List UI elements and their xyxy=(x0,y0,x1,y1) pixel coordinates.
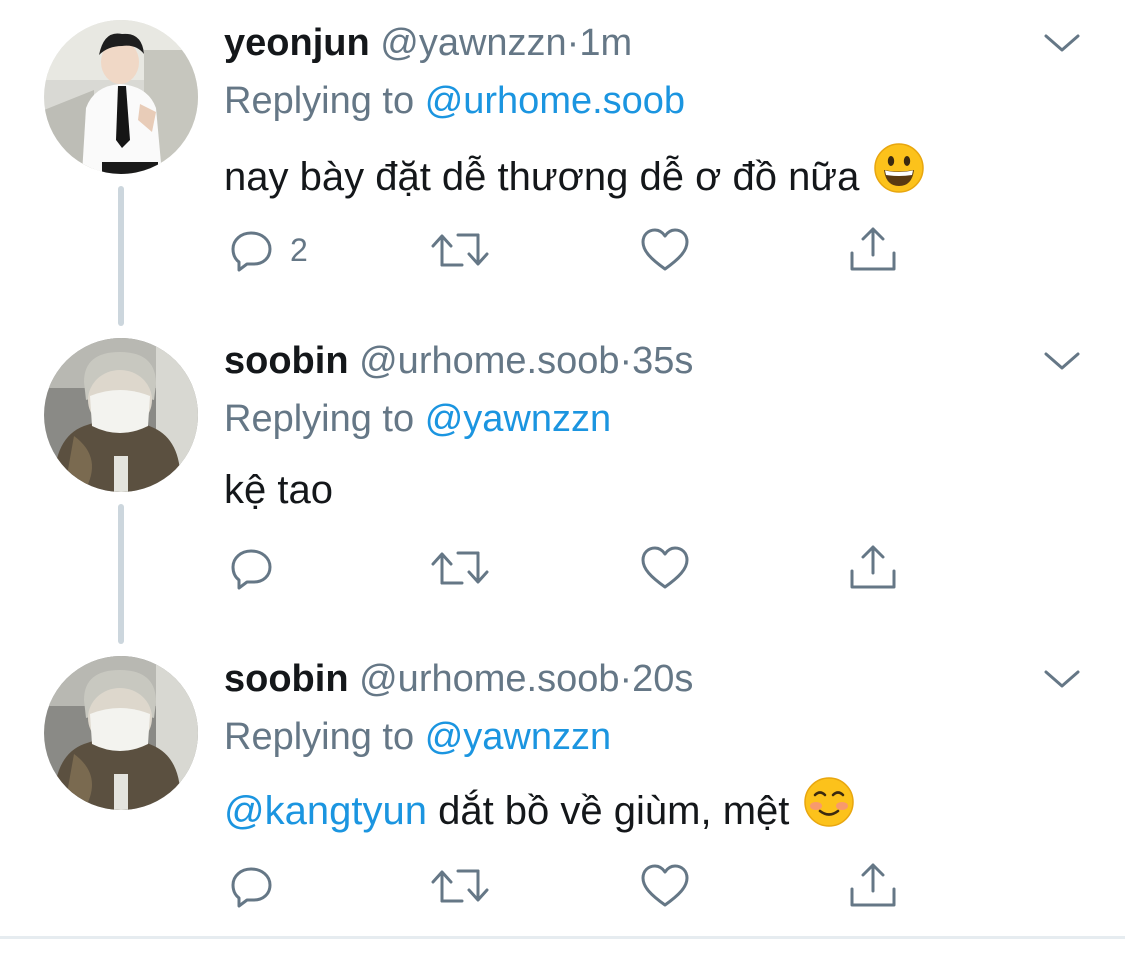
share-icon xyxy=(850,863,896,907)
retweet-button[interactable] xyxy=(430,222,490,278)
replying-to-label: Replying to xyxy=(224,80,415,122)
tweet-header: soobin @urhome.soob·35s xyxy=(224,336,693,386)
tweet-actions xyxy=(224,540,924,596)
replying-to: Replying to @yawnzzn xyxy=(224,712,611,762)
tweet-text: @kangtyun dắt bồ về giùm, mệt xyxy=(224,777,855,836)
inline-mention[interactable]: @kangtyun xyxy=(224,789,427,833)
replying-to-mention[interactable]: @urhome.soob xyxy=(425,80,685,122)
reply-button[interactable] xyxy=(230,858,290,914)
tweet-actions xyxy=(224,858,924,914)
grinning-face-icon xyxy=(873,142,925,209)
like-button[interactable] xyxy=(640,222,690,278)
tweet[interactable]: soobin @urhome.soob·35s Replying to @yaw… xyxy=(0,318,1125,636)
tweet[interactable]: soobin @urhome.soob·20s Replying to @yaw… xyxy=(0,636,1125,954)
heart-icon xyxy=(641,546,689,589)
retweet-button[interactable] xyxy=(430,540,490,596)
retweet-icon xyxy=(431,551,489,585)
reply-icon xyxy=(231,231,272,272)
user-handle[interactable]: @urhome.soob xyxy=(359,340,619,382)
heart-icon xyxy=(641,864,689,907)
share-button[interactable] xyxy=(848,858,898,914)
chevron-down-icon[interactable] xyxy=(1042,348,1082,374)
replying-to-mention[interactable]: @yawnzzn xyxy=(425,398,611,440)
like-button[interactable] xyxy=(640,858,690,914)
like-button[interactable] xyxy=(640,540,690,596)
reply-button[interactable] xyxy=(230,540,290,596)
tweet-header: soobin @urhome.soob·20s xyxy=(224,654,693,704)
replying-to-label: Replying to xyxy=(224,398,415,440)
reply-icon xyxy=(231,867,272,908)
user-handle[interactable]: @yawnzzn xyxy=(380,22,566,64)
display-name[interactable]: yeonjun xyxy=(224,22,370,64)
smiling-face-icon xyxy=(803,776,855,843)
avatar[interactable] xyxy=(44,338,198,492)
replying-to-label: Replying to xyxy=(224,716,415,758)
display-name[interactable]: soobin xyxy=(224,658,349,700)
share-button[interactable] xyxy=(848,222,898,278)
avatar[interactable] xyxy=(44,20,198,174)
chevron-down-icon[interactable] xyxy=(1042,30,1082,56)
timestamp[interactable]: 20s xyxy=(632,658,693,700)
share-button[interactable] xyxy=(848,540,898,596)
retweet-button[interactable] xyxy=(430,858,490,914)
replying-to: Replying to @yawnzzn xyxy=(224,394,611,444)
tweet-body: dắt bồ về giùm, mệt xyxy=(438,789,790,834)
replying-to: Replying to @urhome.soob xyxy=(224,76,685,126)
tweet-body: nay bày đặt dễ thương dễ ơ đồ nữa xyxy=(224,155,860,200)
heart-icon xyxy=(641,228,689,271)
share-icon xyxy=(850,227,896,271)
retweet-icon xyxy=(431,869,489,903)
separator-dot: · xyxy=(566,22,580,64)
avatar[interactable] xyxy=(44,656,198,810)
retweet-icon xyxy=(431,233,489,267)
user-handle[interactable]: @urhome.soob xyxy=(359,658,619,700)
separator-dot: · xyxy=(619,340,633,382)
display-name[interactable]: soobin xyxy=(224,340,349,382)
tweet-text: kệ tao xyxy=(224,462,333,518)
timestamp[interactable]: 35s xyxy=(632,340,693,382)
replying-to-mention[interactable]: @yawnzzn xyxy=(425,716,611,758)
tweet-actions: 2 xyxy=(224,222,924,278)
tweet[interactable]: yeonjun @yawnzzn·1m Replying to @urhome.… xyxy=(0,0,1125,318)
tweet-header: yeonjun @yawnzzn·1m xyxy=(224,18,632,68)
separator-dot: · xyxy=(619,658,633,700)
reply-button[interactable]: 2 xyxy=(230,222,308,278)
share-icon xyxy=(850,545,896,589)
reply-count: 2 xyxy=(290,231,308,268)
reply-icon xyxy=(231,549,272,590)
tweet-text: nay bày đặt dễ thương dễ ơ đồ nữa xyxy=(224,143,925,202)
chevron-down-icon[interactable] xyxy=(1042,666,1082,692)
tweet-body: kệ tao xyxy=(224,468,333,512)
timestamp[interactable]: 1m xyxy=(579,22,632,64)
